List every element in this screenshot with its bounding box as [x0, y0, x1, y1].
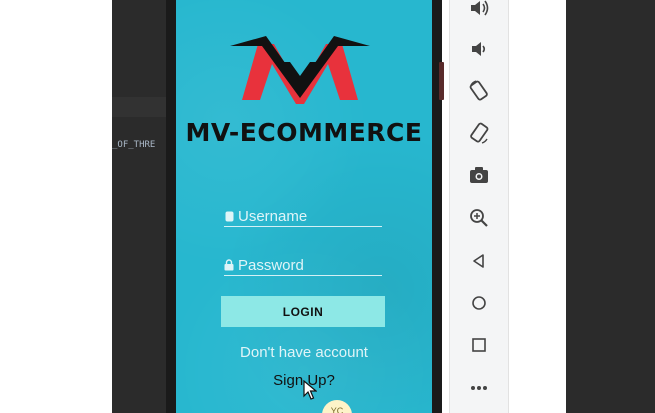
- camera-icon: [470, 167, 488, 183]
- home-button[interactable]: [467, 291, 491, 315]
- rotate-left-button[interactable]: [467, 79, 491, 103]
- code-snippet: _OF_THRE: [112, 140, 156, 150]
- password-field[interactable]: Password: [224, 255, 382, 276]
- volume-down-button[interactable]: [467, 37, 491, 61]
- mouse-cursor-icon: [303, 380, 317, 400]
- brand-title: MV-ECOMMERCE: [185, 118, 423, 147]
- lock-icon: [224, 259, 234, 271]
- overview-icon: [472, 338, 486, 352]
- overview-button[interactable]: [467, 333, 491, 357]
- user-avatar-badge: YC: [322, 400, 352, 413]
- rotate-right-button[interactable]: [467, 121, 491, 145]
- screenshot-button[interactable]: [467, 163, 491, 187]
- more-icon: [471, 386, 487, 390]
- password-placeholder: Password: [238, 256, 304, 274]
- emulator-toolbar: [449, 0, 509, 413]
- zoom-icon: [470, 209, 488, 227]
- back-button[interactable]: [467, 249, 491, 273]
- no-account-text: Don't have account: [240, 344, 368, 361]
- ide-editor-panel: _OF_THRE: [112, 0, 174, 413]
- volume-up-button[interactable]: [467, 0, 491, 20]
- user-icon: [224, 210, 234, 222]
- username-field[interactable]: Username: [224, 206, 382, 227]
- more-button[interactable]: [467, 376, 491, 400]
- zoom-button[interactable]: [467, 206, 491, 230]
- mv-logo: [230, 36, 370, 104]
- home-icon: [472, 296, 486, 310]
- app-screen: MV-ECOMMERCE Username Password LOGIN Don…: [176, 0, 432, 413]
- volume-down-icon: [472, 42, 486, 56]
- volume-up-icon: [471, 0, 489, 16]
- login-button[interactable]: LOGIN: [221, 296, 385, 327]
- username-placeholder: Username: [238, 207, 308, 225]
- phone-side-button[interactable]: [439, 62, 444, 100]
- rotate-left-icon: [469, 80, 488, 101]
- back-icon: [473, 254, 484, 268]
- rotate-right-icon: [470, 122, 489, 144]
- editor-highlight-band: [112, 97, 174, 117]
- ide-right-panel: [566, 0, 655, 413]
